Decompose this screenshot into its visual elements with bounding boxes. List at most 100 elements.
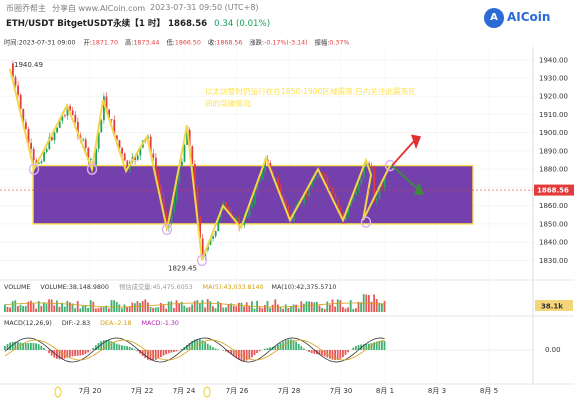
macd-bar bbox=[154, 350, 157, 360]
macd-bar bbox=[84, 350, 87, 355]
macd-bar bbox=[365, 344, 368, 350]
ohlc-open-label: 开: bbox=[83, 39, 91, 47]
macd-bar bbox=[157, 350, 160, 359]
candle-body bbox=[300, 201, 303, 203]
volume-bar bbox=[225, 307, 227, 312]
macd-bar bbox=[362, 344, 365, 350]
candle-body bbox=[253, 190, 256, 204]
volume-bar bbox=[193, 300, 196, 312]
ohlc-amp-label: 振幅: bbox=[315, 38, 330, 47]
current-price-label: 1868.56 bbox=[537, 187, 569, 195]
macd-bar bbox=[76, 350, 79, 356]
macd-bar bbox=[118, 344, 121, 350]
chart-canvas[interactable]: 1940.00 1930.00 1920.00 1910.00 1900.00 1890.… bbox=[0, 0, 574, 400]
price-tick-label: 1860.00 bbox=[539, 202, 568, 210]
macd-bar: MACD(12,26,9) DIF:-2.83 DEA:-2.18 MACD:-… bbox=[4, 320, 179, 327]
volume-bar bbox=[66, 300, 69, 312]
volume-bar bbox=[219, 302, 222, 312]
macd-bar bbox=[336, 350, 339, 360]
volume-bar bbox=[157, 307, 160, 312]
volume-bar bbox=[362, 294, 365, 312]
candle-body bbox=[311, 180, 313, 188]
macd-bar bbox=[290, 339, 292, 350]
volume-bar bbox=[266, 300, 269, 312]
macd-bar bbox=[375, 341, 378, 350]
pivot-circle bbox=[360, 216, 372, 228]
volume-bar bbox=[191, 304, 193, 312]
x-tick-label: 8月 3 bbox=[428, 387, 446, 395]
candle-body bbox=[38, 163, 40, 164]
macd-bar bbox=[108, 340, 110, 350]
candle-body bbox=[282, 195, 285, 201]
ohlc-high: 1873.44 bbox=[133, 40, 159, 47]
macd-bar bbox=[19, 342, 22, 350]
macd-bar bbox=[37, 344, 40, 350]
price-tick-label: 1890.00 bbox=[539, 147, 568, 155]
macd-bar bbox=[352, 347, 355, 350]
candle-body bbox=[191, 146, 194, 164]
candle-body bbox=[79, 135, 82, 141]
volume-bar bbox=[201, 299, 204, 312]
volume-bar bbox=[79, 308, 82, 312]
volume-bar bbox=[128, 306, 131, 312]
macd-bar bbox=[251, 350, 253, 358]
volume-bar bbox=[105, 305, 108, 312]
macd-bar bbox=[269, 347, 271, 350]
candle-body bbox=[381, 185, 383, 188]
volume-bar bbox=[318, 305, 321, 312]
macd-bar bbox=[147, 350, 149, 360]
macd-dif: DIF:-2.83 bbox=[62, 320, 90, 327]
volume-bar bbox=[232, 305, 235, 312]
macd-bar bbox=[295, 341, 297, 350]
candle-body bbox=[14, 77, 17, 86]
ohlc-close-label: 收: bbox=[208, 38, 216, 47]
macd-bar bbox=[240, 350, 243, 361]
volume-bar bbox=[313, 302, 316, 312]
macd-bar bbox=[167, 350, 170, 354]
volume-bar bbox=[258, 307, 261, 312]
macd-bar bbox=[14, 341, 17, 350]
price-tick-label: 1840.00 bbox=[539, 239, 568, 247]
candle-body bbox=[168, 223, 170, 227]
macd-bar bbox=[186, 345, 188, 350]
volume-bar bbox=[251, 301, 253, 312]
price-tick-label: 1870.00 bbox=[539, 184, 568, 192]
macd-bar bbox=[160, 350, 162, 358]
volume-bar bbox=[344, 308, 347, 312]
volume-bar bbox=[305, 301, 308, 312]
macd-zero-tick: 0.00 bbox=[545, 346, 561, 354]
candle-body bbox=[316, 176, 318, 179]
candle-body bbox=[144, 138, 147, 141]
volume-bar bbox=[282, 308, 284, 312]
volume-bar bbox=[222, 307, 225, 312]
volume-bar bbox=[14, 300, 17, 312]
volume-bar bbox=[84, 305, 87, 312]
volume-bar bbox=[256, 300, 258, 312]
volume-bar bbox=[61, 302, 63, 312]
macd-bar bbox=[238, 350, 240, 360]
candle-body bbox=[103, 96, 105, 121]
volume-bar bbox=[144, 299, 147, 312]
chart-title: ETH/USDT BitgetUSDT永续【1 时】 1868.56 0.34 … bbox=[6, 17, 270, 29]
volume-bar bbox=[375, 299, 378, 312]
candle-body bbox=[131, 156, 134, 163]
volume-bar bbox=[32, 303, 35, 312]
candle-body bbox=[368, 163, 370, 167]
volume-bar bbox=[331, 299, 334, 312]
macd-bar bbox=[279, 343, 282, 350]
volume-bar bbox=[352, 308, 355, 312]
candle-body bbox=[56, 127, 58, 133]
volume-label: VOLUME bbox=[4, 284, 30, 291]
volume-bar bbox=[303, 303, 305, 312]
macd-bar bbox=[69, 350, 71, 357]
candle-body bbox=[227, 206, 230, 212]
candle-body bbox=[30, 143, 32, 149]
volume-bar bbox=[238, 302, 240, 312]
volume-bar bbox=[115, 301, 118, 312]
volume-bar: VOLUME VOLUME:38,148.9800 预估成交量:45,475.6… bbox=[4, 282, 336, 291]
macd-bar bbox=[92, 347, 95, 350]
volume-bar bbox=[71, 303, 74, 312]
candle-body bbox=[342, 212, 344, 221]
candle-body bbox=[248, 207, 251, 217]
candle-body bbox=[201, 238, 204, 258]
